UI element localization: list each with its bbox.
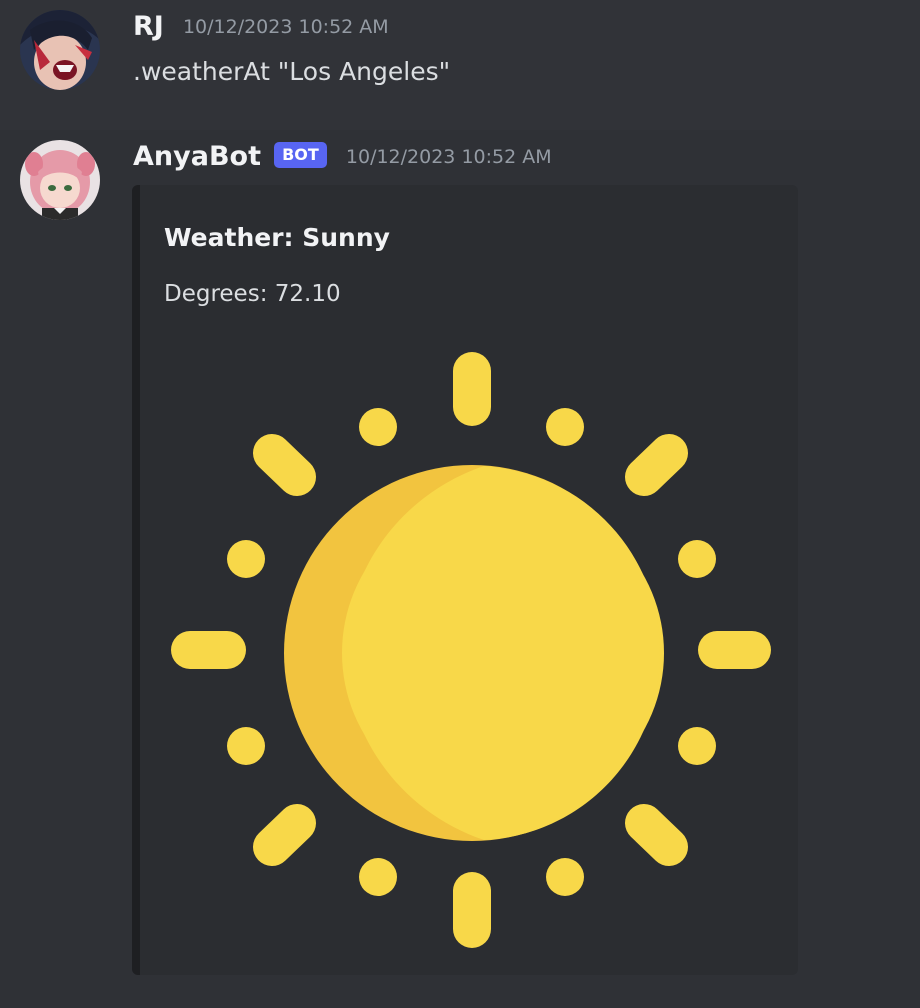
bot-username[interactable]: AnyaBot [133,141,261,172]
message-header: AnyaBot BOT 10/12/2023 10:52 AM [133,141,552,172]
username[interactable]: RJ [133,11,164,42]
anime-avatar-icon [20,10,100,90]
message-anyabot[interactable]: AnyaBot BOT 10/12/2023 10:52 AM Weather:… [0,130,920,1008]
chat-message-list: RJ 10/12/2023 10:52 AM .weatherAt "Los A… [0,0,920,1008]
bot-badge: BOT [274,142,327,168]
weather-embed: Weather: Sunny Degrees: 72.10 [132,185,798,975]
sun-icon [171,352,771,948]
message-header: RJ 10/12/2023 10:52 AM [133,11,389,42]
timestamp: 10/12/2023 10:52 AM [345,146,552,168]
embed-image[interactable] [164,343,784,963]
embed-description: Degrees: 72.10 [164,281,341,307]
anya-avatar-icon [20,140,100,220]
timestamp: 10/12/2023 10:52 AM [182,16,389,38]
bot-avatar[interactable] [20,140,100,220]
embed-title: Weather: Sunny [164,223,390,252]
message-rj[interactable]: RJ 10/12/2023 10:52 AM .weatherAt "Los A… [0,0,920,120]
user-avatar[interactable] [20,10,100,90]
message-content: .weatherAt "Los Angeles" [133,57,451,86]
